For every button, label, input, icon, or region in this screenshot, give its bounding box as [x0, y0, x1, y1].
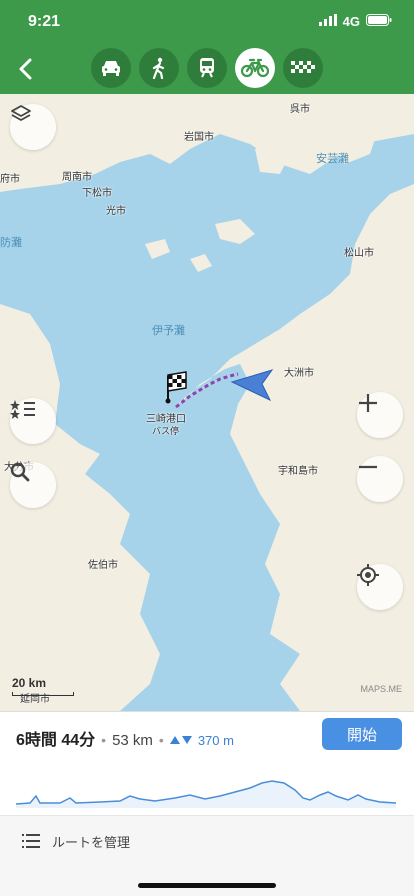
status-time: 9:21 [28, 13, 61, 30]
route-distance: 53 km [112, 732, 153, 749]
mode-car-button[interactable] [91, 48, 131, 88]
map-view[interactable]: 呉市 岩国市 周南市 下松市 光市 府市 松山市 大洲市 宇和島市 大分市 佐伯… [0, 94, 414, 711]
destination-flag-icon [165, 371, 187, 404]
destination-subtitle: バス停 [152, 426, 180, 436]
status-bar: 9:21 4G [0, 0, 414, 44]
back-chevron-icon [19, 58, 32, 80]
route-info-panel: 6時間 44分 • 53 km • 370 m 開始 [0, 711, 414, 816]
map-label-fu: 府市 [0, 174, 20, 185]
route-duration: 6時間 44分 [16, 732, 96, 749]
bookmarks-button[interactable] [10, 398, 56, 444]
destination-name: 三崎港口 [146, 414, 186, 425]
route-elevation: 370 m [197, 733, 234, 748]
status-indicators: 4G [318, 14, 392, 29]
signal-icon [318, 14, 337, 29]
map-canvas [0, 94, 414, 711]
location-target-icon [357, 564, 379, 586]
separator-dot: • [158, 732, 164, 748]
map-label-saiki: 佐伯市 [88, 560, 118, 571]
manage-route-button[interactable]: ルートを管理 [0, 815, 414, 865]
map-label-iwakuni: 岩国市 [184, 132, 214, 143]
separator-dot: • [101, 732, 107, 748]
battery-icon [366, 14, 392, 29]
map-label-kure: 呉市 [290, 104, 310, 115]
network-type: 4G [342, 14, 360, 29]
map-scale-bar [12, 692, 74, 696]
plus-icon [359, 394, 377, 412]
map-label-uwajima: 宇和島市 [278, 466, 318, 477]
sea-label-iyonada: 伊予灘 [152, 325, 185, 337]
map-label-shunan: 周南市 [62, 172, 92, 183]
elevation-icon [169, 732, 192, 750]
map-scale-label: 20 km [12, 676, 47, 690]
back-button[interactable] [10, 52, 42, 86]
map-attribution: MAPS.ME [360, 684, 402, 694]
mode-walk-button[interactable] [139, 48, 179, 88]
land-island-small [190, 254, 212, 272]
home-bar-area [0, 864, 414, 896]
search-button[interactable] [10, 462, 56, 508]
land-shikoku [175, 184, 414, 711]
zoom-in-button[interactable] [357, 392, 403, 438]
start-navigation-button[interactable]: 開始 [322, 718, 402, 750]
search-icon [10, 462, 30, 482]
train-icon [200, 58, 214, 78]
list-icon [22, 834, 40, 848]
zoom-out-button[interactable] [357, 456, 403, 502]
land-kyushu [0, 304, 160, 711]
elevation-profile-chart [15, 780, 397, 808]
sea-label-suonada: 防灘 [0, 237, 22, 249]
star-list-icon [10, 400, 35, 419]
mode-taxi-button[interactable] [283, 48, 323, 88]
car-icon [102, 61, 120, 76]
map-label-matsuyama: 松山市 [344, 248, 374, 259]
sea-label-akinada: 安芸灘 [316, 153, 349, 165]
route-summary: 6時間 44分 • 53 km • 370 m [16, 726, 234, 750]
mode-bicycle-button[interactable] [235, 48, 275, 88]
map-label-hikari: 光市 [106, 206, 126, 217]
mode-transit-button[interactable] [187, 48, 227, 88]
home-indicator[interactable] [138, 883, 276, 888]
land-island-mid [215, 219, 255, 244]
map-layers-button[interactable] [10, 104, 56, 150]
map-label-ozu: 大洲市 [284, 368, 314, 379]
layers-icon [11, 105, 31, 121]
walk-icon [152, 57, 165, 79]
map-label-kudamatsu: 下松市 [82, 188, 112, 199]
transport-mode-bar [0, 44, 414, 94]
bicycle-icon [241, 58, 269, 78]
manage-route-label: ルートを管理 [52, 836, 131, 851]
minus-icon [359, 465, 377, 469]
my-location-button[interactable] [357, 564, 403, 610]
taxi-icon [291, 61, 315, 73]
land-island-small-2 [145, 239, 170, 259]
